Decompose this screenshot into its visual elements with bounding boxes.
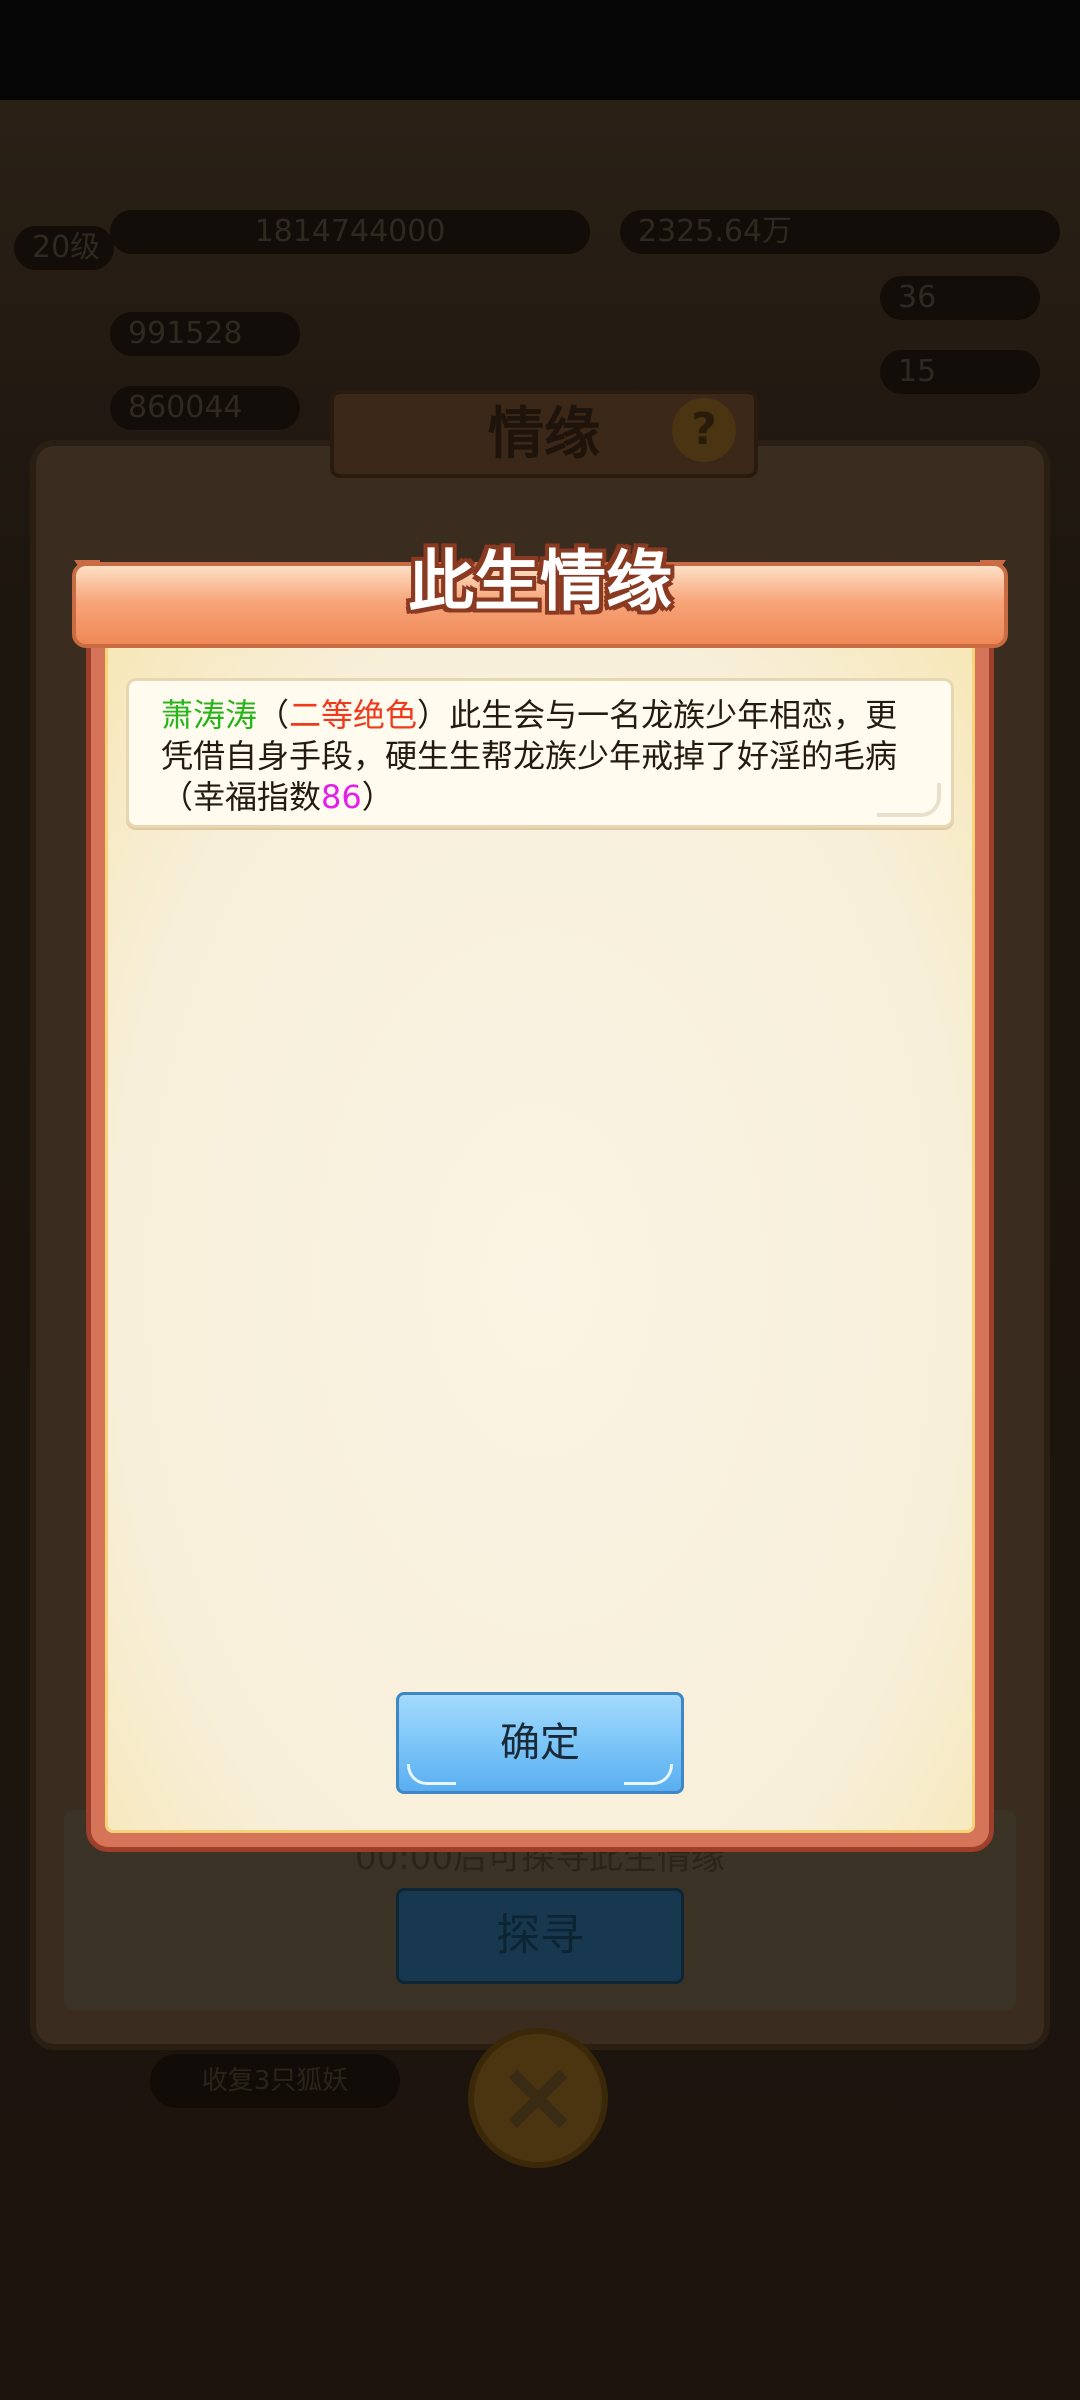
currency-display: 2325.64万 [620,210,1060,254]
confirm-label: 确定 [500,1720,580,1766]
character-name: 萧涛涛 [161,696,258,734]
level-badge: 20级 [14,226,114,270]
question-icon[interactable]: ? [672,398,736,462]
stat-one: 991528 [110,312,300,356]
close-icon[interactable]: × [468,2028,608,2168]
button-decoration-left [407,1764,456,1785]
bottom-task-pill: 收复3只狐妖 [150,2054,400,2108]
message-corner-decoration [877,783,941,817]
right-stat-one: 36 [880,276,1040,320]
beauty-rank: 二等绝色 [289,696,418,734]
message-box: 萧涛涛（二等绝色）此生会与一名龙族少年相恋，更凭借自身手段，硬生生帮龙族少年戒掉… [126,678,954,828]
right-stat-two: 15 [880,350,1040,394]
stat-two: 860044 [110,386,300,430]
status-bar [0,0,1080,100]
message-text: 萧涛涛（二等绝色）此生会与一名龙族少年相恋，更凭借自身手段，硬生生帮龙族少年戒掉… [161,696,898,816]
power-display: 1814744000 [110,210,590,254]
button-decoration-right [624,1764,673,1785]
dialog-title: 此生情缘 [408,542,672,620]
happiness-score: 86 [321,778,362,816]
confirm-button[interactable]: 确定 [396,1692,684,1794]
search-button[interactable]: 探寻 [396,1888,684,1984]
